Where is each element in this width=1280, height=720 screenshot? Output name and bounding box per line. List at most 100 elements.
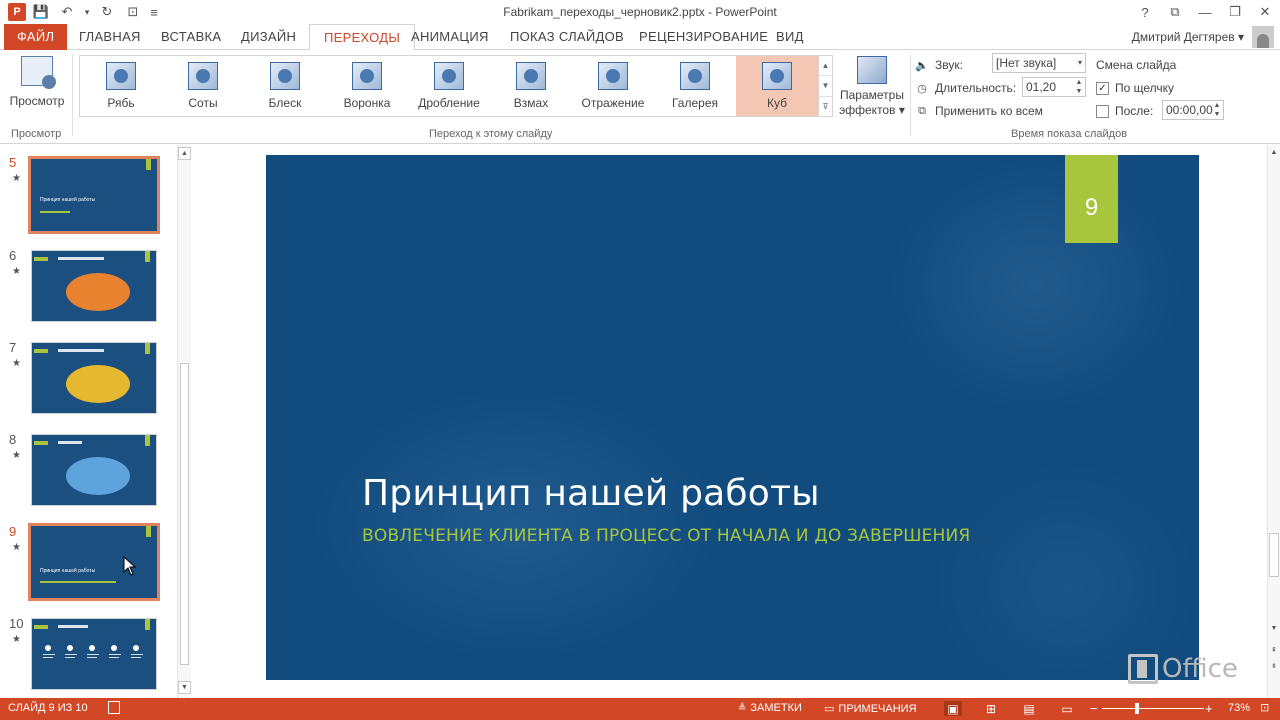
tab-slideshow[interactable]: ПОКАЗ СЛАЙДОВ: [496, 24, 638, 50]
reading-view-icon[interactable]: ▤: [1020, 701, 1038, 716]
transition-gallery-item[interactable]: Галерея: [654, 56, 736, 116]
zoom-slider[interactable]: [1102, 708, 1204, 709]
scroll-down-icon[interactable]: ▼: [1268, 623, 1280, 635]
slide-editor-area: 9 Принцип нашей работы ВОВЛЕЧЕНИЕ КЛИЕНТ…: [195, 145, 1267, 698]
duration-spinner[interactable]: 01,20 ▲ ▼: [1022, 77, 1086, 97]
zoom-slider-handle[interactable]: [1135, 703, 1139, 714]
tab-file[interactable]: ФАЙЛ: [4, 24, 68, 50]
slideshow-view-icon[interactable]: ▭: [1058, 701, 1076, 716]
chevron-down-icon: ▾: [1077, 58, 1082, 67]
on-click-checkbox[interactable]: ✓ По щелчку: [1096, 77, 1174, 99]
gallery-scroll-down-icon[interactable]: ▼: [819, 76, 832, 97]
scrollbar-thumb[interactable]: [180, 363, 189, 665]
scroll-up-icon[interactable]: ▲: [1268, 147, 1280, 159]
spell-check-icon[interactable]: [108, 701, 125, 714]
slide-title[interactable]: Принцип нашей работы: [362, 473, 820, 514]
tab-animation[interactable]: АНИМАЦИЯ: [397, 24, 503, 50]
previous-slide-icon[interactable]: ⇞: [1268, 645, 1280, 657]
thumbnail-number: 8: [9, 432, 17, 447]
thumbnail-title: Принцип нашей работы: [40, 568, 96, 574]
apply-to-all-label: Применить ко всем: [935, 104, 1043, 118]
window-controls: ? ⧉ — ❐ ✕: [1130, 0, 1280, 24]
checkbox-checked-icon[interactable]: ✓: [1096, 81, 1109, 95]
help-button[interactable]: ?: [1130, 0, 1160, 24]
after-label: После:: [1115, 104, 1154, 118]
group-separator: [72, 54, 73, 136]
minimize-button[interactable]: —: [1190, 0, 1220, 24]
transition-switch[interactable]: Взмах: [490, 56, 572, 116]
maximize-button[interactable]: ❐: [1220, 0, 1250, 24]
tab-view[interactable]: ВИД: [762, 24, 818, 50]
user-name[interactable]: Дмитрий Дегтярев ▾: [1132, 30, 1244, 44]
clock-icon: ◷: [917, 82, 927, 95]
slide-thumbnail-7[interactable]: [31, 342, 157, 414]
office-watermark: Office: [1128, 654, 1238, 684]
slide-subtitle[interactable]: ВОВЛЕЧЕНИЕ КЛИЕНТА В ПРОЦЕСС ОТ НАЧАЛА И…: [362, 526, 970, 546]
normal-view-icon[interactable]: ▣: [944, 701, 962, 716]
slide-sorter-view-icon[interactable]: ⊞: [982, 701, 1000, 716]
user-dropdown-icon[interactable]: ▾: [1238, 30, 1244, 44]
transition-label: Воронка: [343, 96, 391, 110]
slide-thumbnail-5[interactable]: Принцип нашей работы: [28, 156, 160, 234]
duration-row: ◷ Длительность:: [914, 77, 1016, 99]
preview-button[interactable]: Просмотр: [6, 54, 68, 114]
zoom-level[interactable]: 73%: [1228, 702, 1250, 714]
document-title: Fabrikam_переходы_черновик2.pptx - Power…: [503, 5, 777, 19]
group-label-transition: Переход к этому слайду: [429, 128, 553, 140]
effect-options-icon: [857, 56, 887, 84]
transition-shred[interactable]: Дробление: [408, 56, 490, 116]
after-checkbox[interactable]: После:: [1096, 100, 1153, 122]
scroll-up-icon[interactable]: ▲: [178, 147, 191, 160]
apply-to-all-icon: ⧉: [918, 104, 926, 117]
transition-cube[interactable]: Куб: [736, 56, 818, 116]
title-bar: P 💾 ↶ ▾ ↻ ⊡ ≡ Fabrikam_переходы_черновик…: [0, 0, 1280, 24]
slide-thumbnail-9[interactable]: Принцип нашей работы: [28, 523, 160, 601]
flip-icon: [598, 62, 628, 90]
avatar[interactable]: [1252, 26, 1274, 48]
sound-row: 🔈 Звук:: [914, 54, 963, 76]
editor-scrollbar[interactable]: ▲ ▼ ⇞ ⇟: [1267, 145, 1280, 698]
transition-star-icon: ★: [12, 542, 21, 553]
transition-glitter[interactable]: Блеск: [244, 56, 326, 116]
transition-ripple[interactable]: Рябь: [80, 56, 162, 116]
slide-thumbnail-6[interactable]: [31, 250, 157, 322]
tab-insert[interactable]: ВСТАВКА: [147, 24, 235, 50]
preview-icon: [21, 56, 56, 89]
transition-vortex[interactable]: Воронка: [326, 56, 408, 116]
spin-arrows-icon[interactable]: ▲ ▼: [1074, 78, 1084, 96]
ribbon-display-button[interactable]: ⧉: [1160, 0, 1190, 24]
checkbox-unchecked-icon[interactable]: [1096, 104, 1109, 118]
current-slide[interactable]: 9 Принцип нашей работы ВОВЛЕЧЕНИЕ КЛИЕНТ…: [266, 155, 1199, 680]
slide-thumbnail-10[interactable]: [31, 618, 157, 690]
gallery-more-icon[interactable]: ⊽: [819, 97, 832, 116]
after-time-spinner[interactable]: 00:00,00 ▲ ▼: [1162, 100, 1224, 120]
slide-thumbnails-panel: 5 ★ Принцип нашей работы 6 ★ 7 ★ 8 ★ 9 ★…: [0, 145, 176, 698]
transition-label: Соты: [188, 96, 218, 110]
next-slide-icon[interactable]: ⇟: [1268, 661, 1280, 673]
spin-arrows-icon[interactable]: ▲ ▼: [1212, 101, 1222, 119]
vortex-icon: [352, 62, 382, 90]
duration-label: Длительность:: [935, 81, 1017, 95]
tab-home[interactable]: ГЛАВНАЯ: [65, 24, 155, 50]
transition-honeycomb[interactable]: Соты: [162, 56, 244, 116]
fit-to-window-icon[interactable]: ⊡: [1260, 701, 1269, 714]
transition-flip[interactable]: Отражение: [572, 56, 654, 116]
apply-to-all-button[interactable]: ⧉ Применить ко всем: [914, 100, 1043, 122]
advance-slide-title: Смена слайда: [1096, 58, 1177, 72]
effect-options-button[interactable]: Параметры эффектов ▾: [838, 54, 906, 124]
sound-dropdown[interactable]: [Нет звука] ▾: [992, 53, 1086, 73]
comments-button[interactable]: ▭ ПРИМЕЧАНИЯ: [824, 702, 917, 716]
close-button[interactable]: ✕: [1250, 0, 1280, 24]
slide-number-badge[interactable]: 9: [1065, 155, 1118, 243]
scrollbar-thumb[interactable]: [1269, 533, 1279, 577]
zoom-out-button[interactable]: −: [1090, 701, 1098, 716]
gallery-scroll-up-icon[interactable]: ▲: [819, 56, 832, 77]
shred-icon: [434, 62, 464, 90]
tab-design[interactable]: ДИЗАЙН: [227, 24, 310, 50]
thumbnails-scrollbar[interactable]: ▲ ▼: [177, 145, 191, 698]
scroll-down-icon[interactable]: ▼: [178, 681, 191, 694]
zoom-in-button[interactable]: +: [1205, 701, 1213, 716]
slide-thumbnail-8[interactable]: [31, 434, 157, 506]
tab-review[interactable]: РЕЦЕНЗИРОВАНИЕ: [625, 24, 782, 50]
notes-button[interactable]: ≜ ЗАМЕТКИ: [738, 702, 802, 714]
